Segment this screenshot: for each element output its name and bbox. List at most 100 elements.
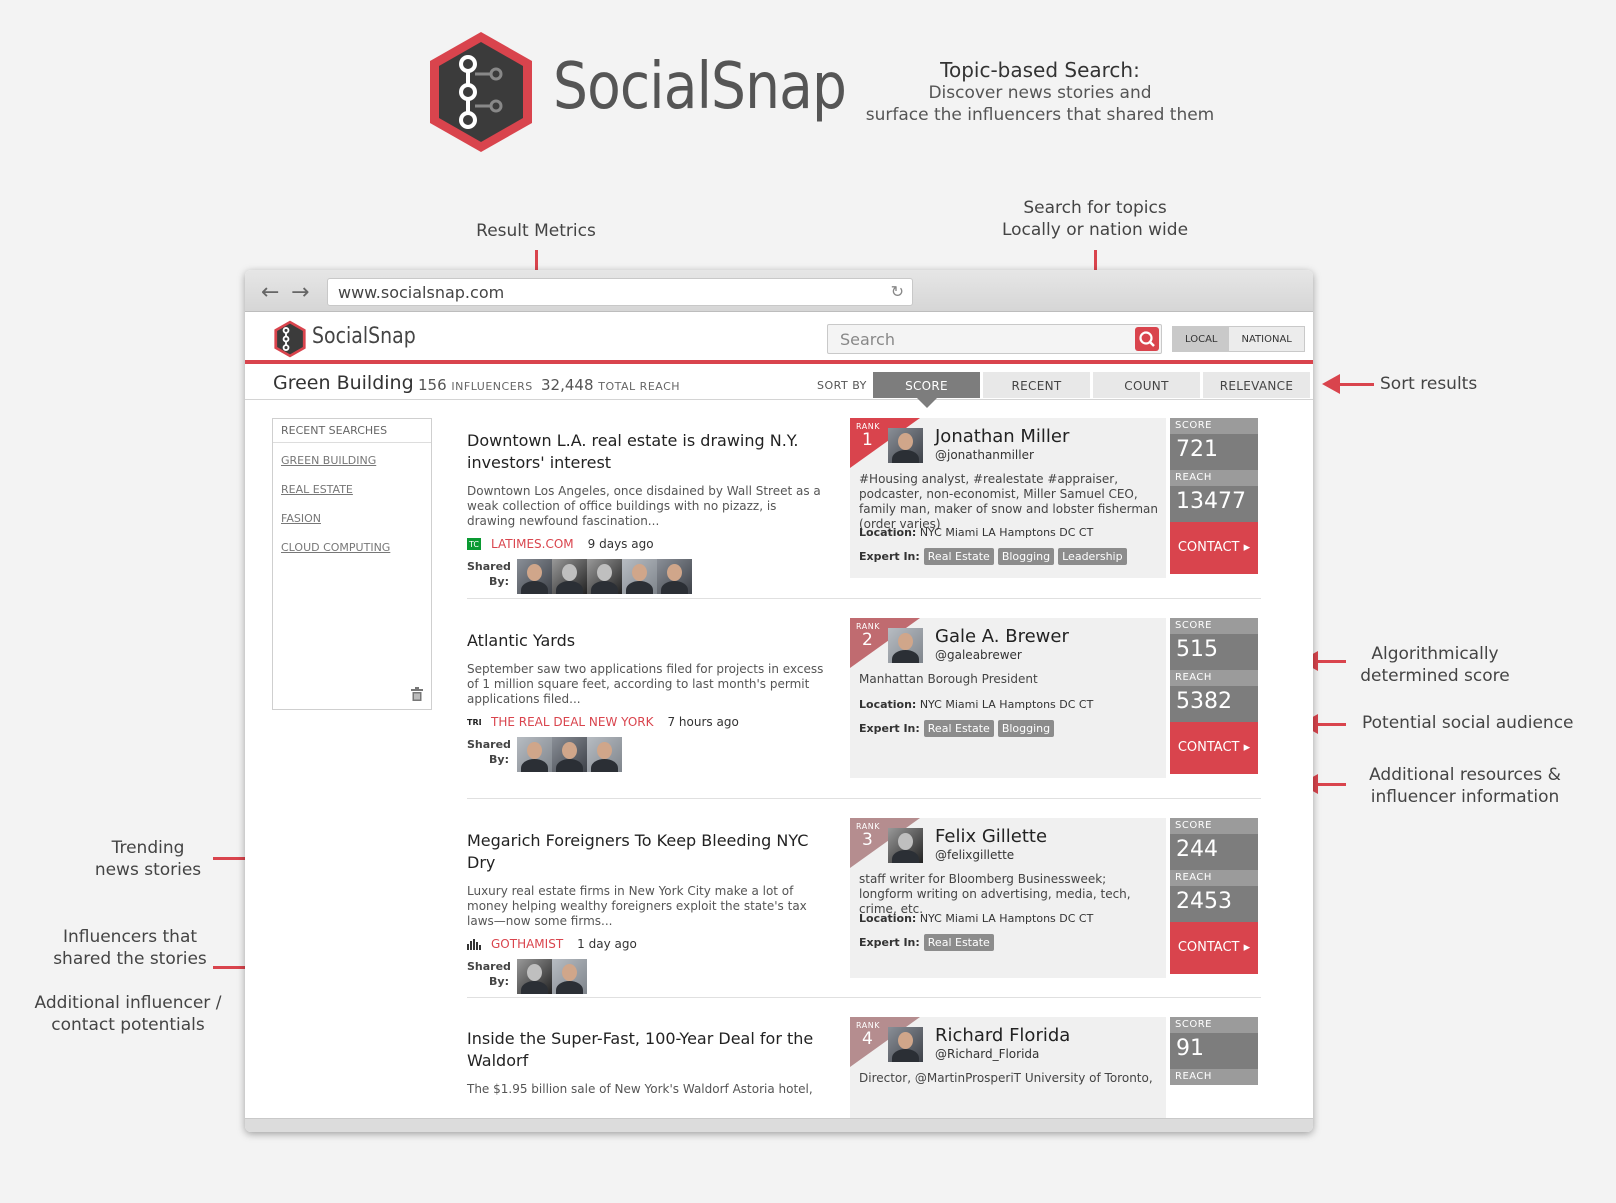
annotation-contact-potentials: Additional influencer / contact potentia… <box>28 992 228 1036</box>
influencer-avatar[interactable] <box>888 628 923 663</box>
influencer-avatar[interactable] <box>888 428 923 463</box>
annotation-influencers-line-2: shared the stories <box>53 949 207 969</box>
sharer-avatar[interactable] <box>552 737 587 772</box>
reload-icon[interactable]: ↻ <box>891 282 904 301</box>
contact-button[interactable]: CONTACT ▸ <box>1170 522 1258 574</box>
sort-tab-recent[interactable]: RECENT <box>983 372 1090 398</box>
toggle-local[interactable]: LOCAL <box>1173 327 1230 351</box>
influencer-name[interactable]: Gale A. Brewer <box>935 626 1069 647</box>
recent-search-item[interactable]: FASION <box>273 507 431 530</box>
story-source-name[interactable]: THE REAL DEAL NEW YORK <box>491 715 653 729</box>
reach-label: REACH <box>1170 870 1258 886</box>
url-bar[interactable]: www.socialsnap.com ↻ <box>327 278 913 306</box>
recent-search-item[interactable]: REAL ESTATE <box>273 478 431 501</box>
annotation-resources-line-1: Additional resources & <box>1369 765 1561 785</box>
expertise-tag[interactable]: Real Estate <box>923 720 994 737</box>
annotation-search-topics-line-1: Search for topics <box>1023 198 1167 218</box>
reach-label: REACH <box>1170 470 1258 486</box>
browser-chrome: ← → www.socialsnap.com ↻ <box>245 270 1313 312</box>
story-title[interactable]: Downtown L.A. real estate is drawing N.Y… <box>467 430 827 474</box>
story-time: 7 hours ago <box>667 715 739 729</box>
annotation-search-topics: Search for topics Locally or nation wide <box>980 197 1210 241</box>
contact-button[interactable]: CONTACT ▸ <box>1170 922 1258 974</box>
influencer-bio: staff writer for Bloomberg Businessweek;… <box>859 872 1131 916</box>
influencer-name[interactable]: Felix Gillette <box>935 826 1047 847</box>
expertise-tag[interactable]: Blogging <box>997 548 1055 565</box>
sharer-avatar[interactable] <box>622 559 657 594</box>
search-box <box>827 324 1162 354</box>
expertise-tag[interactable]: Blogging <box>997 720 1055 737</box>
search-button[interactable] <box>1135 327 1159 351</box>
shared-by-label: Shared By: <box>467 960 511 988</box>
app-logo-icon[interactable] <box>273 320 307 358</box>
toggle-national[interactable]: NATIONAL <box>1229 327 1304 351</box>
story-source-name[interactable]: LATIMES.COM <box>491 537 574 551</box>
sharer-avatar[interactable] <box>517 737 552 772</box>
influencer-avatar[interactable] <box>888 1027 923 1062</box>
annotation-score-line-2: determined score <box>1360 666 1510 686</box>
row-divider <box>467 598 1261 599</box>
story-title[interactable]: Atlantic Yards <box>467 630 827 652</box>
contact-button[interactable]: CONTACT ▸ <box>1170 722 1258 774</box>
score-label: SCORE <box>1170 818 1258 834</box>
story-time: 9 days ago <box>587 537 654 551</box>
gothamist-skyline-icon <box>467 939 481 950</box>
location-value: NYC Miami LA Hamptons DC CT <box>919 526 1094 539</box>
expertise-tag[interactable]: Leadership <box>1058 548 1127 565</box>
trash-icon[interactable] <box>411 687 423 701</box>
forward-arrow-icon[interactable]: → <box>291 280 309 305</box>
annotation-score-line-1: Algorithmically <box>1371 644 1499 664</box>
sharer-avatar[interactable] <box>517 559 552 594</box>
hero-brand-name: SocialSnap <box>553 50 847 124</box>
the-real-deal-icon: TRD <box>467 718 481 727</box>
influencer-handle: @jonathanmiller <box>935 448 1034 462</box>
tagline-title: Topic-based Search: <box>940 58 1140 82</box>
browser-bottom-bar <box>245 1118 1313 1132</box>
recent-search-item[interactable]: CLOUD COMPUTING <box>273 536 431 559</box>
influencer-card: RANK 4 Richard Florida @Richard_Florida … <box>850 1017 1166 1120</box>
influencer-bio: Manhattan Borough President <box>859 672 1038 686</box>
rank-number: 1 <box>862 430 873 450</box>
story-source-name[interactable]: GOTHAMIST <box>491 937 563 951</box>
recent-search-item[interactable]: GREEN BUILDING <box>273 449 431 472</box>
influencer-handle: @Richard_Florida <box>935 1047 1040 1061</box>
reach-label: REACH <box>1170 1069 1258 1085</box>
sharer-avatar[interactable] <box>587 559 622 594</box>
search-input[interactable] <box>828 325 1118 353</box>
expert-label: Expert In: <box>859 936 920 949</box>
result-metrics-bar: Green Building 156 INFLUENCERS 32,448 TO… <box>245 368 1313 408</box>
recent-searches-header: RECENT SEARCHES <box>273 419 431 443</box>
sort-by-label: SORT BY <box>817 379 867 392</box>
story-description: September saw two applications filed for… <box>467 662 824 706</box>
influencer-stats: SCORE 515 REACH 5382 CONTACT ▸ <box>1170 618 1258 774</box>
sharer-avatar[interactable] <box>517 959 552 994</box>
sharer-avatar[interactable] <box>552 959 587 994</box>
influencer-handle: @galeabrewer <box>935 648 1022 662</box>
annotation-arrow <box>1338 383 1374 386</box>
story-title[interactable]: Megarich Foreigners To Keep Bleeding NYC… <box>467 830 827 874</box>
annotation-influencers-line-1: Influencers that <box>62 927 198 947</box>
influencer-card: RANK 3 Felix Gillette @felixgillette sta… <box>850 818 1166 978</box>
influencer-avatar[interactable] <box>888 828 923 863</box>
location-label: Location: <box>859 698 917 711</box>
sort-tab-count[interactable]: COUNT <box>1093 372 1200 398</box>
score-value: 244 <box>1170 834 1258 870</box>
annotation-trending: Trending news stories <box>78 837 218 881</box>
score-label: SCORE <box>1170 1017 1258 1033</box>
tagline-line-1: Discover news stories and <box>928 83 1152 103</box>
sharer-avatar[interactable] <box>657 559 692 594</box>
influencer-name[interactable]: Richard Florida <box>935 1025 1070 1046</box>
sharer-avatar[interactable] <box>552 559 587 594</box>
rank-number: 2 <box>862 630 873 650</box>
rank-number: 4 <box>862 1029 873 1049</box>
expertise-tag[interactable]: Real Estate <box>923 934 994 951</box>
sort-tab-relevance[interactable]: RELEVANCE <box>1203 372 1310 398</box>
browser-window: ← → www.socialsnap.com ↻ SocialSnap Sear… <box>245 270 1313 1132</box>
influencer-name[interactable]: Jonathan Miller <box>935 426 1069 447</box>
sort-tab-score[interactable]: SCORE <box>873 372 980 408</box>
back-arrow-icon[interactable]: ← <box>261 280 279 305</box>
influencer-expertise: Expert In: Real Estate <box>859 934 994 951</box>
expertise-tag[interactable]: Real Estate <box>923 548 994 565</box>
sharer-avatar[interactable] <box>587 737 622 772</box>
story-title[interactable]: Inside the Super-Fast, 100-Year Deal for… <box>467 1028 827 1072</box>
